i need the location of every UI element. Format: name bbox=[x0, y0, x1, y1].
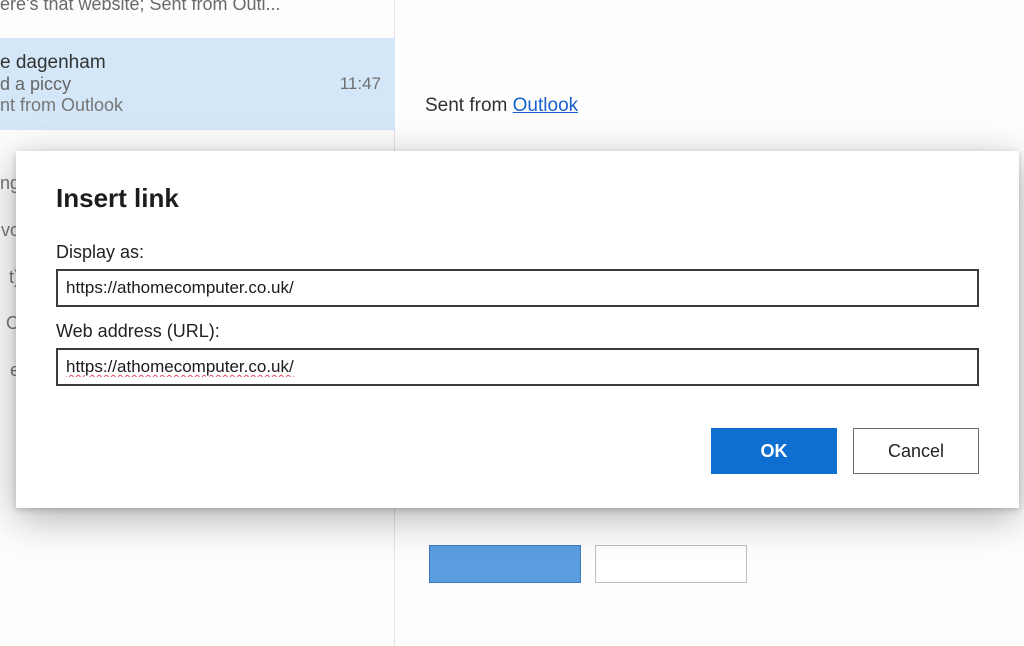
background-buttons bbox=[429, 545, 789, 587]
email-time: 11:47 bbox=[340, 74, 381, 94]
cancel-button[interactable]: Cancel bbox=[853, 428, 979, 474]
email-sender: e dagenham bbox=[0, 52, 106, 73]
dialog-button-row: OK Cancel bbox=[56, 428, 979, 474]
msg-preview-truncated: ere's that website; Sent from Outl... bbox=[0, 0, 395, 23]
insert-link-dialog: Insert link Display as: Web address (URL… bbox=[16, 151, 1019, 508]
email-list-item-selected[interactable]: e dagenham d a piccy 11:47 nt from Outlo… bbox=[0, 38, 395, 130]
display-as-input[interactable] bbox=[56, 269, 979, 307]
email-subject: d a piccy bbox=[0, 74, 71, 94]
email-body-signature: Sent from Outlook bbox=[425, 95, 578, 117]
display-as-label: Display as: bbox=[56, 242, 979, 263]
email-snippet: nt from Outlook bbox=[0, 95, 381, 116]
url-input[interactable] bbox=[56, 348, 979, 386]
url-label: Web address (URL): bbox=[56, 321, 979, 342]
dialog-title: Insert link bbox=[56, 183, 979, 214]
outlook-link[interactable]: Outlook bbox=[513, 95, 578, 116]
ok-button[interactable]: OK bbox=[711, 428, 837, 474]
